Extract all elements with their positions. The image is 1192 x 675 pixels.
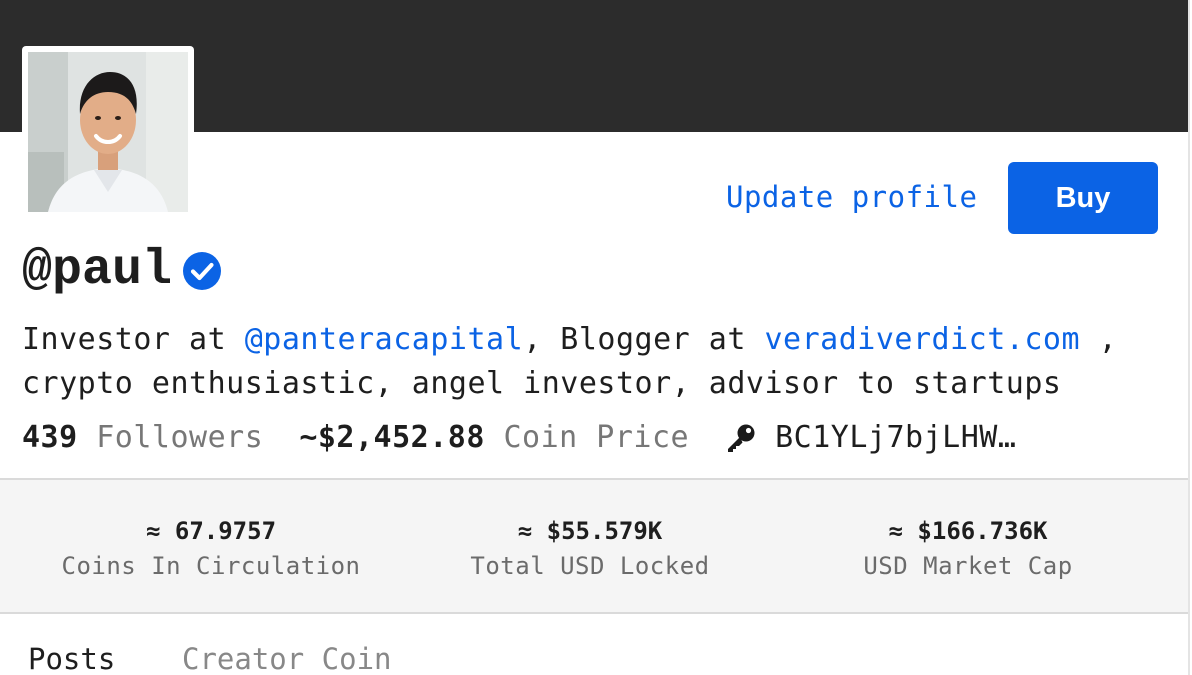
bio-mention-link[interactable]: @panteracapital (245, 322, 523, 357)
tab-posts[interactable]: Posts (28, 642, 115, 675)
verified-check-icon (182, 251, 222, 291)
profile-bio: Investor at @panteracapital, Blogger at … (22, 318, 1132, 406)
username: @paul (22, 242, 173, 299)
metric-label: USD Market Cap (863, 552, 1073, 580)
metric-total-usd-locked: ≈ $55.579K Total USD Locked (470, 516, 709, 586)
bio-text: Investor at (22, 322, 245, 357)
followers-label[interactable]: Followers (96, 416, 263, 460)
coin-metrics-panel: ≈ 67.9757 Coins In Circulation ≈ $55.579… (0, 478, 1188, 614)
update-profile-link[interactable]: Update profile (726, 180, 977, 214)
bio-website-link[interactable]: veradiverdict.com (765, 322, 1081, 357)
profile-tabs: Posts Creator Coin (0, 636, 1188, 675)
public-key[interactable]: BC1YLj7bjLHW… (775, 416, 1016, 460)
metric-label: Total USD Locked (470, 552, 710, 580)
metric-value: ≈ $55.579K (517, 517, 663, 545)
profile-stats: 439 Followers ~$2,452.88 Coin Price BC1Y… (22, 416, 1016, 460)
tab-creator-coin[interactable]: Creator Coin (182, 642, 392, 675)
page-edge-divider (1188, 0, 1190, 675)
username-row: @paul (22, 242, 222, 300)
coin-price-value: ~$2,452.88 (299, 420, 485, 455)
metric-value: ≈ $166.736K (888, 517, 1048, 545)
avatar (22, 46, 194, 218)
coin-price-label: Coin Price (503, 420, 690, 455)
metric-coins-in-circulation: ≈ 67.9757 Coins In Circulation (62, 516, 361, 586)
metric-value: ≈ 67.9757 (145, 517, 277, 545)
followers-count[interactable]: 439 (22, 416, 78, 460)
metric-usd-market-cap: ≈ $166.736K USD Market Cap (863, 516, 1072, 586)
buy-button[interactable]: Buy (1008, 162, 1158, 234)
bio-text: , Blogger at (523, 322, 765, 357)
key-icon (725, 422, 757, 454)
metric-label: Coins In Circulation (61, 552, 361, 580)
avatar-photo (28, 52, 188, 212)
